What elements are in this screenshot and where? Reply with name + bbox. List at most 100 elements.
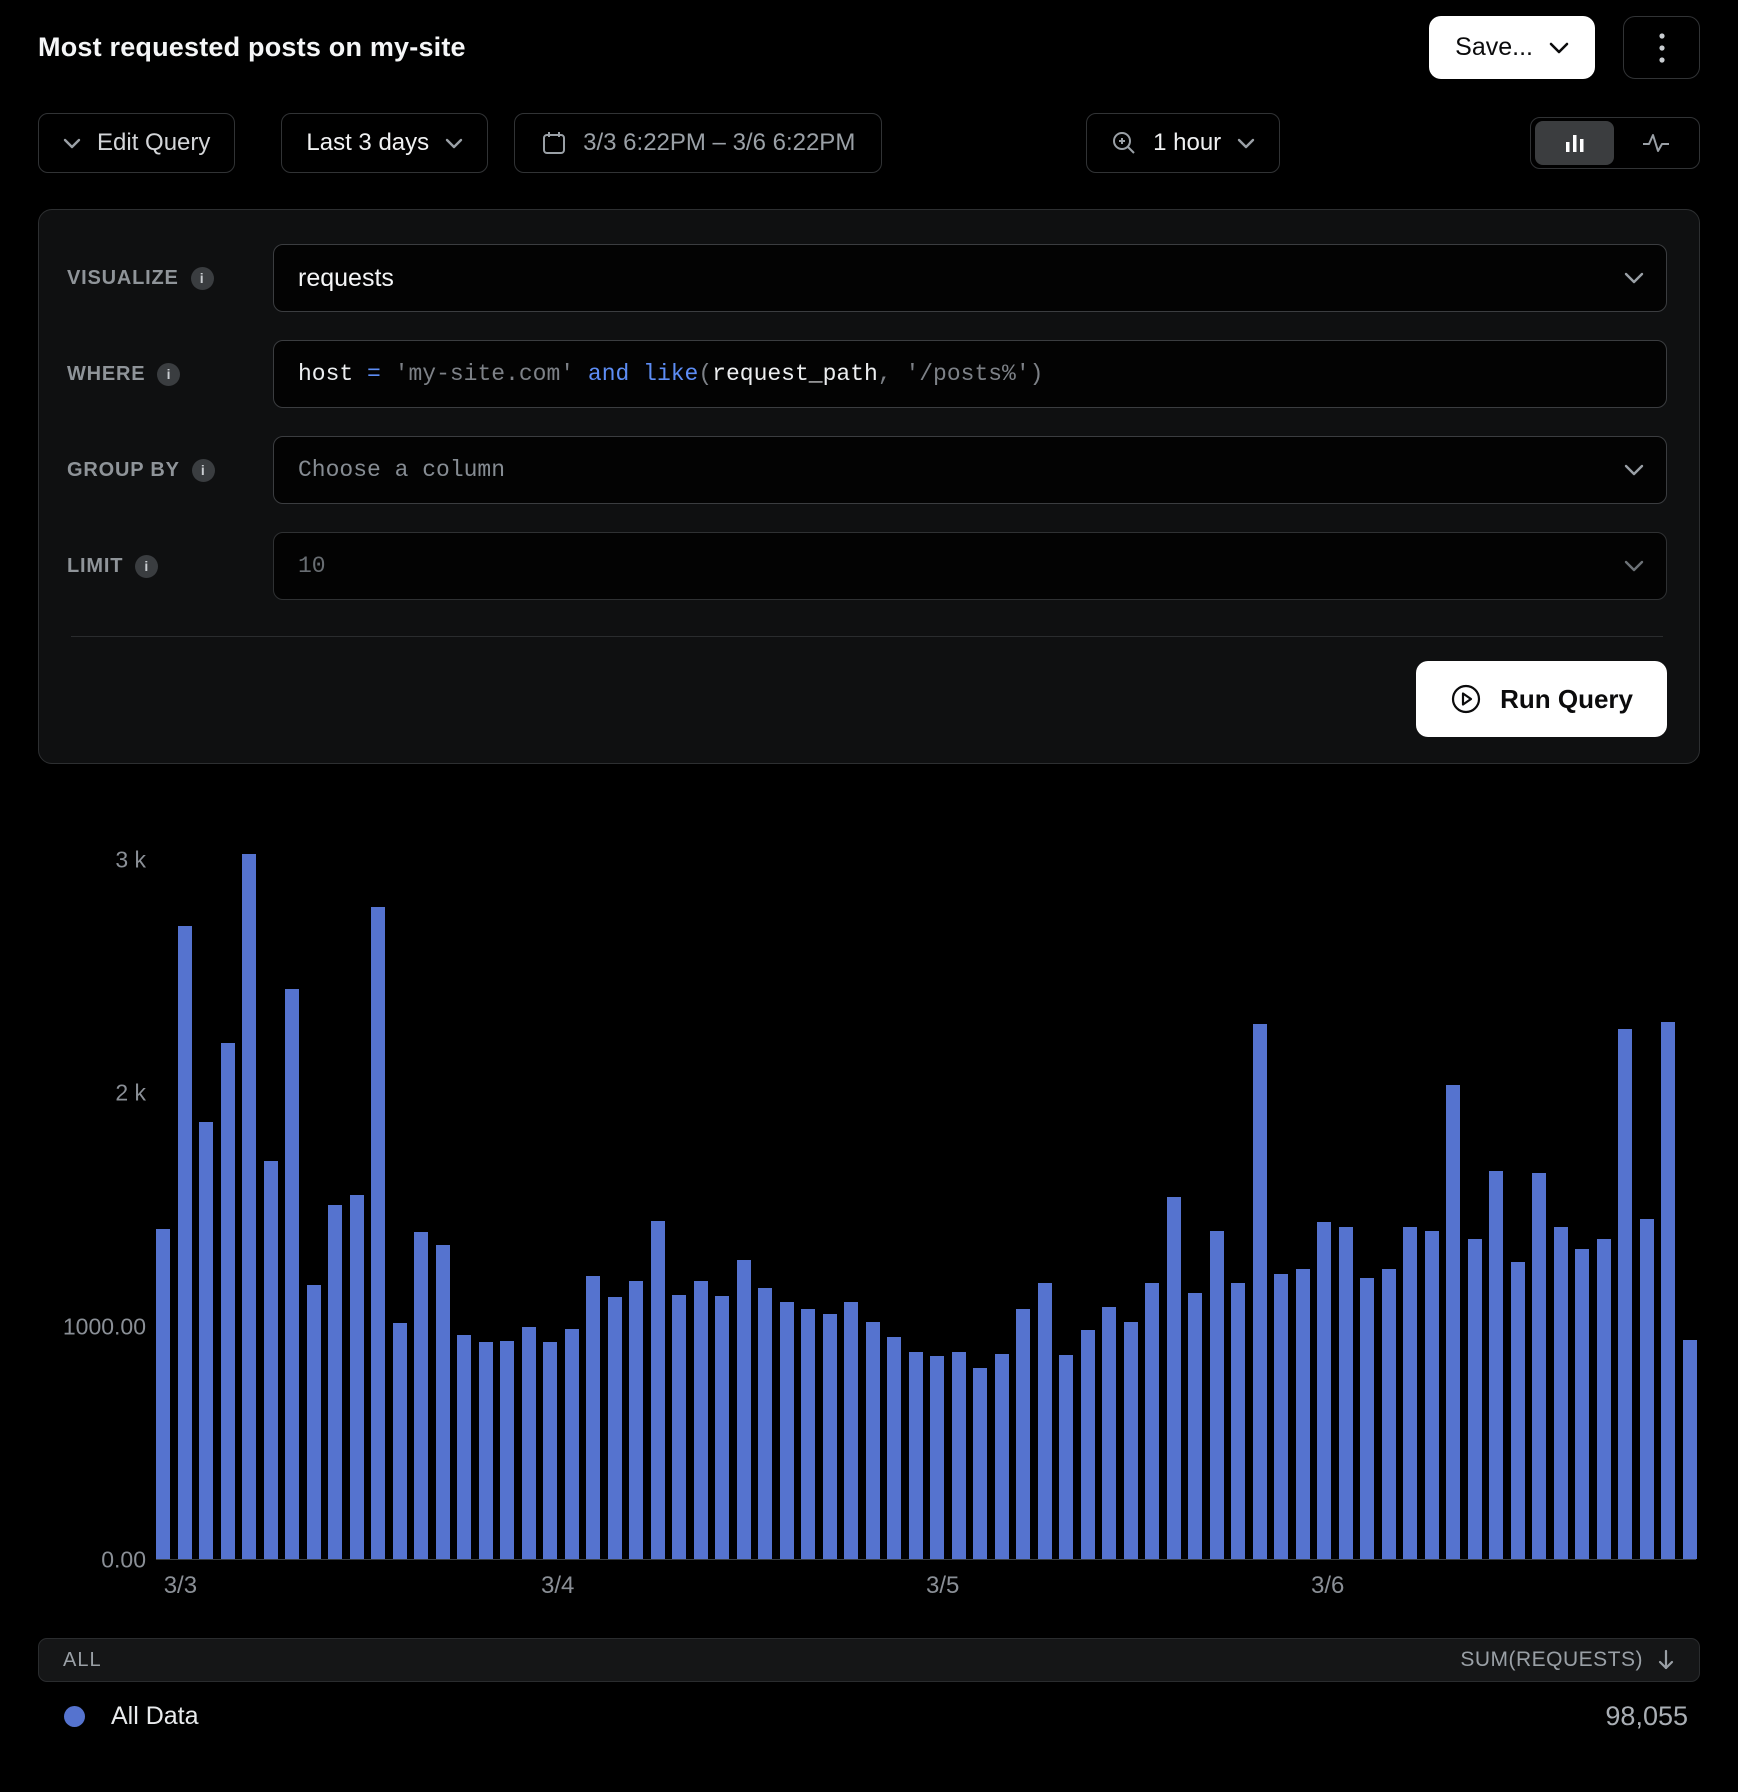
bar[interactable] (1210, 1231, 1224, 1560)
bar[interactable] (371, 907, 385, 1559)
bar[interactable] (1618, 1029, 1632, 1559)
bar[interactable] (1597, 1239, 1611, 1559)
bar[interactable] (1511, 1262, 1525, 1559)
bar[interactable] (930, 1356, 944, 1559)
time-range-select[interactable]: Last 3 days (281, 113, 488, 173)
bar[interactable] (651, 1221, 665, 1559)
bar-chart-toggle[interactable] (1535, 121, 1614, 165)
bar[interactable] (242, 854, 256, 1559)
play-icon (1450, 683, 1482, 715)
bar[interactable] (1382, 1269, 1396, 1559)
y-axis-labels: 3 k2 k1000.000.00 (38, 860, 146, 1560)
info-icon[interactable]: i (157, 363, 180, 386)
bar[interactable] (565, 1329, 579, 1560)
bar[interactable] (436, 1245, 450, 1560)
bar[interactable] (1403, 1227, 1417, 1559)
bar[interactable] (1339, 1227, 1353, 1559)
visualize-select[interactable]: requests (273, 244, 1667, 312)
bar[interactable] (221, 1043, 235, 1559)
results-table-row[interactable]: All Data 98,055 (38, 1682, 1700, 1750)
edit-query-toggle[interactable]: Edit Query (38, 113, 235, 173)
bar[interactable] (629, 1281, 643, 1559)
bar[interactable] (1446, 1085, 1460, 1559)
bar[interactable] (1360, 1278, 1374, 1559)
bar[interactable] (1425, 1231, 1439, 1560)
info-icon[interactable]: i (191, 267, 214, 290)
bar[interactable] (1489, 1171, 1503, 1559)
group-by-select[interactable]: Choose a column (273, 436, 1667, 504)
bar[interactable] (543, 1342, 557, 1559)
limit-input[interactable]: 10 (273, 532, 1667, 600)
bar[interactable] (479, 1342, 493, 1559)
bar[interactable] (328, 1205, 342, 1559)
line-chart-toggle[interactable] (1616, 121, 1695, 165)
bar[interactable] (586, 1276, 600, 1559)
info-icon[interactable]: i (135, 555, 158, 578)
bar[interactable] (1253, 1024, 1267, 1559)
dashboard-query-page: Most requested posts on my-site Save... (0, 0, 1738, 1750)
bar[interactable] (1231, 1283, 1245, 1559)
bar[interactable] (285, 989, 299, 1560)
bar[interactable] (973, 1368, 987, 1559)
bar[interactable] (1102, 1307, 1116, 1559)
bar[interactable] (1640, 1219, 1654, 1559)
bar[interactable] (694, 1281, 708, 1559)
bar[interactable] (1661, 1022, 1675, 1559)
bar[interactable] (1532, 1173, 1546, 1559)
header: Most requested posts on my-site Save... (38, 16, 1700, 79)
bar[interactable] (952, 1352, 966, 1559)
chevron-down-icon (445, 138, 463, 149)
bar[interactable] (1683, 1340, 1697, 1559)
interval-select[interactable]: 1 hour (1086, 113, 1280, 173)
bar[interactable] (1145, 1283, 1159, 1559)
bar[interactable] (758, 1288, 772, 1559)
bar[interactable] (1317, 1222, 1331, 1559)
bar[interactable] (156, 1229, 170, 1559)
bar[interactable] (737, 1260, 751, 1559)
bar[interactable] (866, 1322, 880, 1559)
chart-plot-area[interactable] (156, 860, 1696, 1560)
bar[interactable] (1059, 1355, 1073, 1559)
bar[interactable] (844, 1302, 858, 1559)
bar[interactable] (608, 1297, 622, 1559)
bar[interactable] (307, 1285, 321, 1559)
bar[interactable] (199, 1122, 213, 1560)
y-tick-label: 2 k (115, 1080, 146, 1107)
bar[interactable] (1296, 1269, 1310, 1559)
bar[interactable] (1081, 1330, 1095, 1559)
bar[interactable] (801, 1309, 815, 1559)
bar[interactable] (823, 1314, 837, 1559)
bar[interactable] (1575, 1249, 1589, 1559)
bar[interactable] (178, 926, 192, 1560)
bar[interactable] (995, 1354, 1009, 1559)
bar[interactable] (715, 1296, 729, 1559)
bar[interactable] (1016, 1309, 1030, 1559)
where-expression-input[interactable]: host = 'my-site.com' and like(request_pa… (273, 340, 1667, 408)
bar[interactable] (414, 1232, 428, 1559)
bar[interactable] (672, 1295, 686, 1559)
date-range-picker[interactable]: 3/3 6:22PM – 3/6 6:22PM (514, 113, 882, 173)
bar[interactable] (1274, 1274, 1288, 1559)
bar[interactable] (500, 1341, 514, 1559)
bar[interactable] (522, 1327, 536, 1559)
x-axis-labels: 3/33/43/53/6 (156, 1572, 1696, 1612)
run-query-button[interactable]: Run Query (1416, 661, 1667, 737)
chevron-down-icon (1237, 138, 1255, 149)
bar[interactable] (264, 1161, 278, 1559)
sum-column-header[interactable]: SUM(REQUESTS) (1460, 1648, 1675, 1672)
bar[interactable] (1124, 1322, 1138, 1559)
bar[interactable] (1468, 1239, 1482, 1559)
bar[interactable] (393, 1323, 407, 1559)
bar[interactable] (1554, 1227, 1568, 1559)
more-options-button[interactable] (1623, 16, 1700, 79)
bar[interactable] (1038, 1283, 1052, 1559)
bar[interactable] (457, 1335, 471, 1560)
save-button[interactable]: Save... (1429, 16, 1595, 79)
bar[interactable] (1188, 1293, 1202, 1559)
info-icon[interactable]: i (192, 459, 215, 482)
bar[interactable] (909, 1352, 923, 1559)
bar[interactable] (1167, 1197, 1181, 1559)
bar[interactable] (887, 1337, 901, 1559)
bar[interactable] (350, 1195, 364, 1559)
bar[interactable] (780, 1302, 794, 1559)
